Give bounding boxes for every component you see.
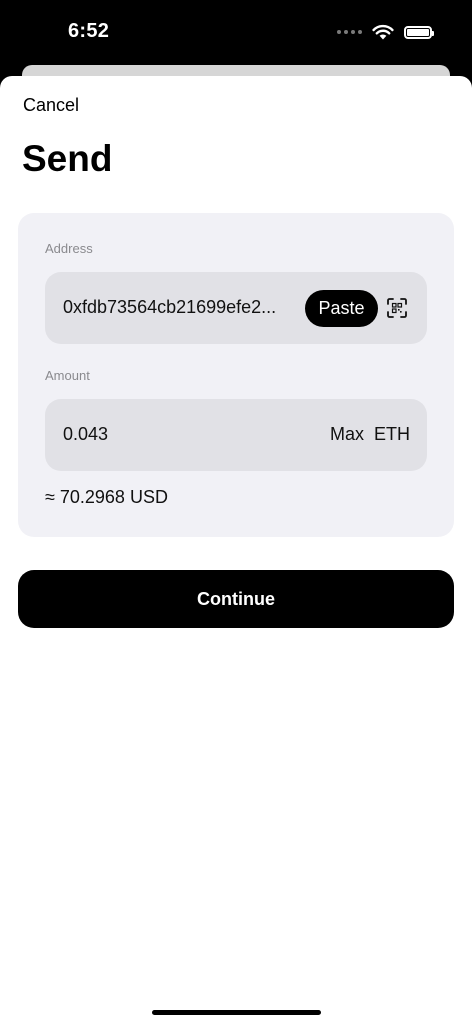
battery-icon [404, 25, 434, 39]
status-icons [337, 22, 434, 42]
send-sheet: Cancel Send Address 0xfdb73564cb21699efe… [0, 76, 472, 1024]
status-time: 6:52 [68, 20, 110, 42]
continue-button[interactable]: Continue [18, 570, 454, 628]
address-input[interactable]: 0xfdb73564cb21699efe2... [63, 297, 297, 318]
send-form-card: Address 0xfdb73564cb21699efe2... Paste A… [18, 213, 454, 537]
amount-field[interactable]: 0.043 Max ETH [45, 399, 427, 471]
currency-label: ETH [374, 424, 410, 444]
wifi-icon [372, 24, 394, 40]
amount-input[interactable]: 0.043 [63, 424, 108, 445]
signal-icon [337, 30, 362, 34]
fiat-estimate: ≈ 70.2968 USD [45, 487, 168, 507]
status-bar: 6:52 [0, 0, 472, 62]
page-title: Send [22, 138, 113, 179]
max-button[interactable]: Max [330, 424, 364, 445]
address-field[interactable]: 0xfdb73564cb21699efe2... Paste [45, 272, 427, 344]
home-indicator[interactable] [152, 1010, 321, 1015]
cancel-button[interactable]: Cancel [23, 95, 79, 116]
paste-button[interactable]: Paste [305, 290, 378, 327]
amount-label: Amount [45, 368, 90, 383]
address-label: Address [45, 241, 93, 256]
qr-scan-icon[interactable] [387, 298, 407, 318]
